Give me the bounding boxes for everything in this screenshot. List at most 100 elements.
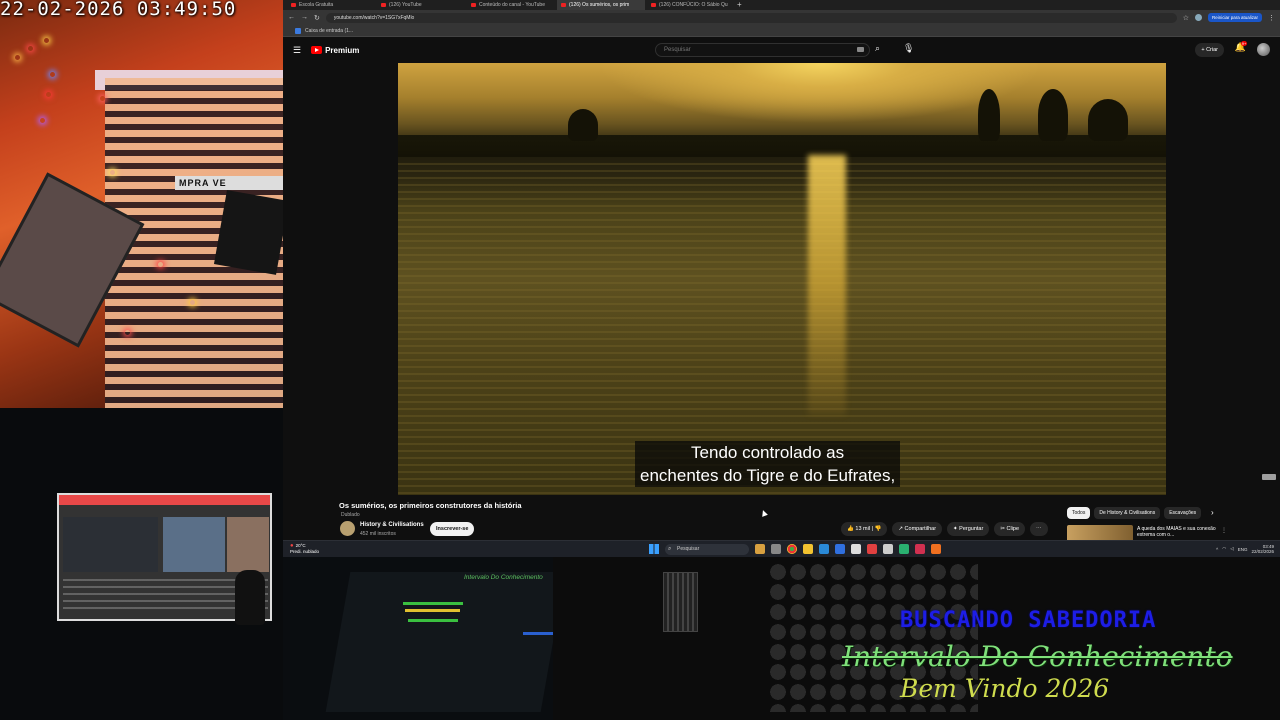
windows-taskbar: ●20°C Predi. nublado ⌕ Pesquisar ^ ◠ ◁ xyxy=(283,540,1280,557)
vlc-icon[interactable] xyxy=(931,544,941,554)
menu-icon[interactable]: ☰ xyxy=(293,45,301,56)
chip-excavations[interactable]: Escavações xyxy=(1164,507,1202,519)
youtube-logo[interactable]: Premium xyxy=(311,46,359,55)
browser-tab[interactable]: Escola Gratuita xyxy=(287,0,375,10)
notifications-icon[interactable]: 🔔 9+ xyxy=(1235,41,1248,53)
profile-icon[interactable] xyxy=(1194,14,1202,21)
youtube-play-icon xyxy=(311,46,323,54)
level-meter xyxy=(403,602,463,605)
address-bar-row: ← → ↻ youtube.com/watch?v=1SG7xFqMlo ☆ R… xyxy=(283,10,1280,25)
monitor-video-thumb xyxy=(163,517,225,572)
string-light xyxy=(28,46,33,51)
taskbar-search[interactable]: ⌕ Pesquisar xyxy=(665,544,749,555)
recommended-menu-icon[interactable]: ⋮ xyxy=(1221,527,1227,534)
restart-update-button[interactable]: Reiniciar para atualizar xyxy=(1207,13,1262,22)
video-tree xyxy=(1038,89,1068,141)
keyboard-icon[interactable] xyxy=(857,47,864,52)
reload-icon[interactable]: ↻ xyxy=(314,14,320,22)
app-icon[interactable] xyxy=(755,544,765,554)
bookmark-item[interactable]: Caixa de entrada (1... xyxy=(305,28,353,34)
chevron-right-icon[interactable]: › xyxy=(1211,508,1214,517)
video-tree xyxy=(978,89,1000,141)
app-icon[interactable] xyxy=(915,544,925,554)
audio-mixer xyxy=(325,572,553,712)
monitor-video-thumb xyxy=(63,517,158,572)
logo-text: Premium xyxy=(325,45,360,55)
share-button[interactable]: ↗ Compartilhar xyxy=(892,522,943,536)
shop-sign: MPRA VE xyxy=(175,176,283,190)
taskbar-search-label: Pesquisar xyxy=(677,546,700,552)
webcam-feed: MPRA VE 22-02-2026 03:49:50 xyxy=(0,0,283,408)
channel-avatar[interactable] xyxy=(340,521,355,536)
monitor-image xyxy=(213,190,283,275)
app-icon[interactable] xyxy=(851,544,861,554)
video-tree xyxy=(1088,99,1128,141)
folder-icon[interactable] xyxy=(803,544,813,554)
new-tab-button[interactable]: + xyxy=(737,0,747,10)
taskbar-apps xyxy=(755,544,941,554)
string-light xyxy=(190,300,195,305)
mail-icon xyxy=(295,27,301,34)
string-light xyxy=(50,72,55,77)
string-light xyxy=(110,170,115,175)
store-icon[interactable] xyxy=(835,544,845,554)
youtube-header: ☰ Premium Pesquisar ⌕ 🎙 + Criar 🔔 9+ xyxy=(283,37,1280,63)
browser-tab[interactable]: (126) CONFÚCIO: O Sábio Qu xyxy=(647,0,735,10)
chrome-icon[interactable] xyxy=(787,544,797,554)
obs-icon[interactable] xyxy=(883,544,893,554)
like-button[interactable]: 👍 13 mil | 👎 xyxy=(841,522,888,536)
overlay-title-seeking: BUSCANDO SABEDORIA xyxy=(900,608,1157,633)
tray-chevron-icon[interactable]: ^ xyxy=(1216,547,1218,552)
edge-icon[interactable] xyxy=(819,544,829,554)
account-avatar[interactable] xyxy=(1257,43,1270,56)
browser-tab-active[interactable]: (126) Os sumérios, os prim xyxy=(557,0,645,10)
recommended-title[interactable]: A queda dos MAIAS e sua conexão extrema … xyxy=(1137,526,1217,538)
desk-feed: Intervalo Do Conhecimento xyxy=(283,557,553,720)
bookmarks-bar: Caixa de entrada (1... xyxy=(283,25,1280,37)
microphone-icon[interactable]: 🎙 xyxy=(903,43,914,54)
browser-tab[interactable]: (126) YouTube xyxy=(377,0,465,10)
weather-desc: Predi. nublado xyxy=(290,549,320,554)
clip-label: Clipe xyxy=(1006,526,1020,532)
string-light xyxy=(44,38,49,43)
weather-widget[interactable]: ● 20°C Predi. nublado xyxy=(290,543,319,554)
channel-name[interactable]: History & Civilisations xyxy=(360,522,424,528)
browser-tab[interactable]: Conteúdo do canal - YouTube xyxy=(467,0,555,10)
video-tree xyxy=(568,109,598,141)
string-light xyxy=(46,92,51,97)
stream-canvas: MPRA VE 22-02-2026 03:49:50 Escola Gratu… xyxy=(0,0,1280,720)
subscribe-button[interactable]: Inscrever-se xyxy=(430,522,475,536)
string-light xyxy=(158,262,163,267)
wifi-icon[interactable]: ◠ xyxy=(1222,546,1226,552)
language-indicator[interactable]: ENG xyxy=(1238,547,1248,552)
ask-button[interactable]: ✦ Perguntar xyxy=(947,522,990,536)
browser-menu-icon[interactable]: ⋮ xyxy=(1268,14,1275,22)
cc-icon[interactable] xyxy=(1262,474,1276,480)
weather-temp: 20°C xyxy=(295,543,306,548)
more-actions-icon[interactable]: ⋯ xyxy=(1030,522,1048,536)
string-light xyxy=(40,118,45,123)
forward-icon[interactable]: → xyxy=(301,14,308,21)
bookmark-star-icon[interactable]: ☆ xyxy=(1183,14,1189,22)
chip-all[interactable]: Todos xyxy=(1067,507,1091,519)
video-player[interactable]: Tendo controlado as enchentes do Tigre e… xyxy=(398,63,1166,495)
chip-channel[interactable]: De History & Civilisations xyxy=(1094,507,1161,519)
app-icon[interactable] xyxy=(899,544,909,554)
clip-button[interactable]: ✂ Clipe xyxy=(994,522,1026,536)
browser-window: Escola Gratuita (126) YouTube Conteúdo d… xyxy=(283,0,1280,557)
volume-icon[interactable]: ◁ xyxy=(1230,546,1233,552)
search-icon[interactable]: ⌕ xyxy=(875,43,880,54)
datetime-overlay: 22-02-2026 03:49:50 xyxy=(0,0,237,20)
search-icon: ⌕ xyxy=(668,546,672,552)
app-icon[interactable] xyxy=(867,544,877,554)
url-field[interactable]: youtube.com/watch?v=1SG7xFqMlo xyxy=(325,12,1177,23)
back-icon[interactable]: ← xyxy=(288,14,295,21)
create-button[interactable]: + Criar xyxy=(1195,43,1224,57)
windows-start-icon[interactable] xyxy=(649,544,659,554)
app-icon[interactable] xyxy=(771,544,781,554)
create-label: Criar xyxy=(1206,47,1218,53)
share-label: Compartilhar xyxy=(904,526,937,532)
search-input[interactable]: Pesquisar xyxy=(655,43,870,57)
tab-strip: Escola Gratuita (126) YouTube Conteúdo d… xyxy=(283,0,1280,10)
taskbar-clock[interactable]: 03:49 22/02/2026 xyxy=(1251,544,1274,554)
